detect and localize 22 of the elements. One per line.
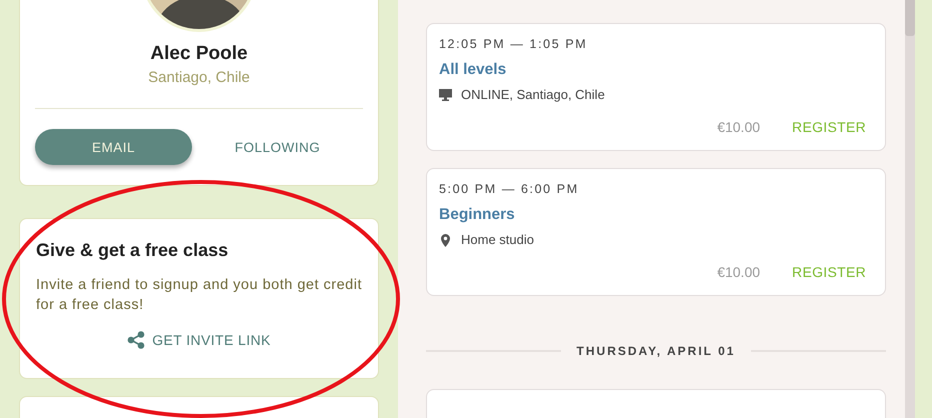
email-button[interactable]: EMAIL bbox=[35, 129, 192, 165]
scrollbar-thumb[interactable] bbox=[905, 0, 915, 36]
class-time: 12:05 PM — 1:05 PM bbox=[439, 36, 588, 52]
invite-description: Invite a friend to signup and you both get credit for a free class! bbox=[36, 276, 362, 315]
class-title[interactable]: All levels bbox=[439, 60, 506, 80]
class-title[interactable]: Beginners bbox=[439, 205, 515, 225]
class-time: 5:00 PM — 6:00 PM bbox=[439, 181, 580, 197]
invite-link[interactable]: GET INVITE LINK bbox=[127, 331, 271, 349]
share-icon bbox=[127, 331, 146, 349]
class-price: €10.00 bbox=[717, 118, 760, 134]
monitor-icon bbox=[439, 89, 452, 101]
profile-name: Alec Poole bbox=[149, 42, 249, 66]
class-location: ONLINE, Santiago, Chile bbox=[461, 87, 605, 103]
profile-location: Santiago, Chile bbox=[147, 68, 251, 88]
class-price: €10.00 bbox=[717, 264, 760, 280]
following-button[interactable]: FOLLOWING bbox=[192, 129, 363, 165]
location-pin-icon bbox=[441, 234, 450, 246]
register-button[interactable]: REGISTER bbox=[792, 118, 866, 134]
invite-title: Give & get a free class bbox=[36, 239, 230, 262]
class-location: Home studio bbox=[461, 232, 534, 248]
register-button[interactable]: REGISTER bbox=[792, 264, 866, 280]
day-heading: THURSDAY, APRIL 01 bbox=[576, 344, 736, 358]
